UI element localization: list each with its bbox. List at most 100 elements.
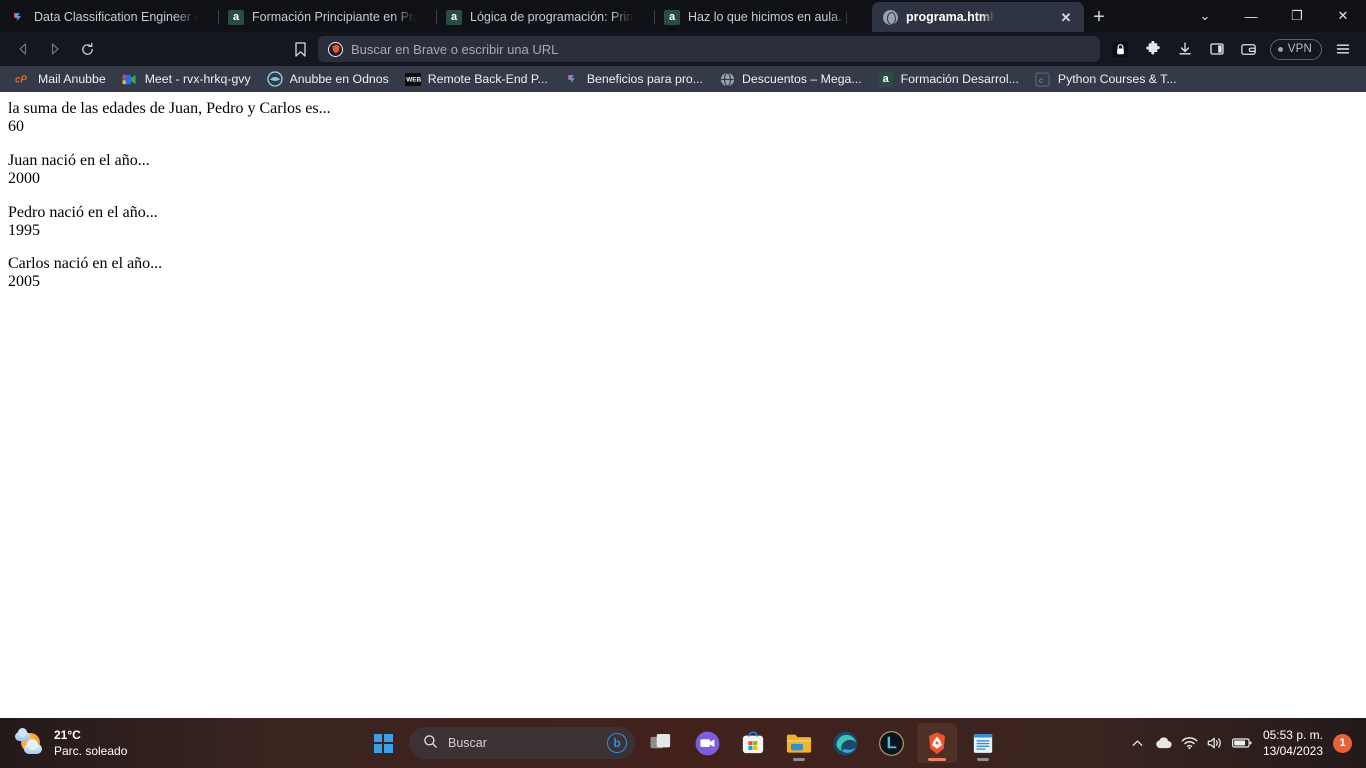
bookmark-label: Anubbe en Odnos: [289, 72, 389, 86]
reload-button[interactable]: [72, 35, 102, 63]
svg-text:WEB: WEB: [406, 76, 421, 83]
tab-title: Lógica de programación: Primeros: [470, 10, 634, 24]
output-label: Pedro nació en el año...: [8, 203, 158, 221]
bookmark-remote-backend[interactable]: WEB Remote Back-End P...: [398, 69, 555, 89]
odnos-icon: [266, 71, 283, 87]
toolbar-icons: VPN: [1106, 35, 1358, 63]
windows-logo-icon: [373, 733, 393, 753]
platzi-icon: [564, 71, 580, 87]
platzi-icon: [10, 9, 26, 25]
search-icon: [423, 734, 438, 752]
output-block-1: la suma de las edades de Juan, Pedro y C…: [8, 100, 1358, 136]
tab-separator: [436, 10, 437, 24]
tab-title: Haz lo que hicimos en aula. | Lógic: [688, 10, 852, 24]
new-tab-button[interactable]: +: [1084, 2, 1114, 32]
running-indicator: [793, 758, 805, 761]
taskbar-app-notepad[interactable]: [963, 723, 1003, 763]
tab-title: Data Classification Engineer en Ad: [34, 10, 198, 24]
output-value: 2005: [8, 273, 40, 291]
globe-icon: [882, 9, 898, 25]
globe-icon: [719, 71, 735, 87]
vpn-status-dot: [1277, 46, 1283, 52]
output-label: Carlos nació en el año...: [8, 255, 163, 273]
page-content: la suma de las edades de Juan, Pedro y C…: [0, 92, 1366, 718]
bookmark-label: Remote Back-End P...: [427, 72, 548, 86]
taskbar-search-placeholder: Buscar: [448, 736, 487, 750]
back-button[interactable]: [8, 35, 38, 63]
taskbar-app-microsoft-edge[interactable]: [825, 723, 865, 763]
bookmark-label: Mail Anubbe: [38, 72, 106, 86]
bookmark-icon[interactable]: [286, 35, 314, 63]
close-window-button[interactable]: ✕: [1320, 0, 1366, 32]
taskbar-search-box[interactable]: Buscar b: [409, 727, 635, 759]
running-indicator: [928, 758, 946, 761]
wallet-icon[interactable]: [1234, 35, 1264, 63]
shields-icon[interactable]: [1106, 35, 1136, 63]
vpn-button[interactable]: VPN: [1269, 38, 1322, 60]
bookmark-descuentos-mega[interactable]: Descuentos – Mega...: [712, 69, 869, 89]
sidebar-icon[interactable]: [1202, 35, 1232, 63]
tab-title: programa.html: [906, 10, 994, 24]
bookmark-label: Python Courses & T...: [1057, 72, 1177, 86]
svg-text:c: c: [1039, 76, 1043, 85]
forward-button[interactable]: [40, 35, 70, 63]
output-block-2: Juan nació en el año... 2000: [8, 152, 1358, 188]
browser-tab-1[interactable]: Data Classification Engineer en Ad: [0, 2, 218, 32]
start-button[interactable]: [363, 723, 403, 763]
tab-strip: Data Classification Engineer en Ad a For…: [0, 0, 1366, 32]
browser-tab-2[interactable]: a Formación Principiante en Program: [218, 2, 436, 32]
browser-tab-5-active[interactable]: programa.html ✕: [872, 2, 1084, 32]
address-bar[interactable]: Buscar en Brave o escribir una URL: [318, 36, 1100, 62]
bookmark-formacion-desarrollo[interactable]: a Formación Desarrol...: [871, 69, 1026, 89]
cpanel-icon: cP: [15, 71, 31, 87]
output-value: 1995: [8, 221, 40, 239]
bookmark-label: Beneficios para pro...: [586, 72, 704, 86]
alura-icon: a: [664, 9, 680, 25]
bookmark-label: Meet - rvx-hrkq-gvy: [144, 72, 251, 86]
bookmark-mail-anubbe[interactable]: cP Mail Anubbe: [8, 69, 113, 89]
bookmark-beneficios[interactable]: Beneficios para pro...: [557, 69, 710, 89]
browser-tab-4[interactable]: a Haz lo que hicimos en aula. | Lógic: [654, 2, 872, 32]
maximize-button[interactable]: ❐: [1274, 0, 1320, 32]
tab-close-button[interactable]: ✕: [1058, 9, 1074, 25]
bookmark-meet[interactable]: Meet - rvx-hrkq-gvy: [115, 69, 258, 89]
output-block-3: Pedro nació en el año... 1995: [8, 204, 1358, 240]
taskbar-app-microsoft-store[interactable]: [733, 723, 773, 763]
tab-search-chevron-down-icon[interactable]: ⌄: [1182, 0, 1228, 32]
output-block-4: Carlos nació en el año... 2005: [8, 255, 1358, 291]
code-icon: c: [1035, 71, 1051, 87]
running-indicator: [977, 758, 989, 761]
downloads-icon[interactable]: [1170, 35, 1200, 63]
window-controls: ⌄ — ❐ ✕: [1182, 0, 1366, 32]
alura-icon: a: [446, 9, 462, 25]
taskbar-app-microsoft-teams[interactable]: [687, 723, 727, 763]
alura-icon: a: [878, 71, 894, 87]
output-value: 60: [8, 117, 24, 135]
output-label: Juan nació en el año...: [8, 151, 150, 169]
tab-separator: [218, 10, 219, 24]
extensions-icon[interactable]: [1138, 35, 1168, 63]
tabs-area: Data Classification Engineer en Ad a For…: [0, 0, 1114, 32]
bookmark-anubbe-odnos[interactable]: Anubbe en Odnos: [260, 69, 396, 89]
brave-lion-icon: [328, 41, 343, 57]
taskbar-app-file-explorer[interactable]: [779, 723, 819, 763]
taskbar-app-league-of-legends[interactable]: [871, 723, 911, 763]
browser-tab-3[interactable]: a Lógica de programación: Primeros: [436, 2, 654, 32]
dark-square-icon: WEB: [404, 71, 421, 87]
taskbar-app-brave-browser[interactable]: [917, 723, 957, 763]
minimize-button[interactable]: —: [1228, 0, 1274, 32]
taskbar-center: Buscar b: [0, 723, 1366, 763]
bookmarks-bar: cP Mail Anubbe Meet - rvx-hrkq-gvy Anubb…: [0, 66, 1366, 92]
taskbar-app-task-view[interactable]: [641, 723, 681, 763]
bookmark-label: Descuentos – Mega...: [742, 72, 862, 86]
google-meet-icon: [122, 71, 138, 87]
browser-window: Data Classification Engineer en Ad a For…: [0, 0, 1366, 718]
windows-taskbar: 21°C Parc. soleado Buscar b 05:53 p. m. …: [0, 718, 1366, 768]
hamburger-menu-icon[interactable]: [1328, 35, 1358, 63]
bookmark-python-courses[interactable]: c Python Courses & T...: [1028, 69, 1184, 89]
browser-toolbar: Buscar en Brave o escribir una URL VPN: [0, 32, 1366, 66]
output-label: la suma de las edades de Juan, Pedro y C…: [8, 100, 331, 117]
tab-separator: [654, 10, 655, 24]
bing-chat-icon[interactable]: b: [607, 733, 627, 753]
address-bar-placeholder: Buscar en Brave o escribir una URL: [351, 41, 559, 57]
